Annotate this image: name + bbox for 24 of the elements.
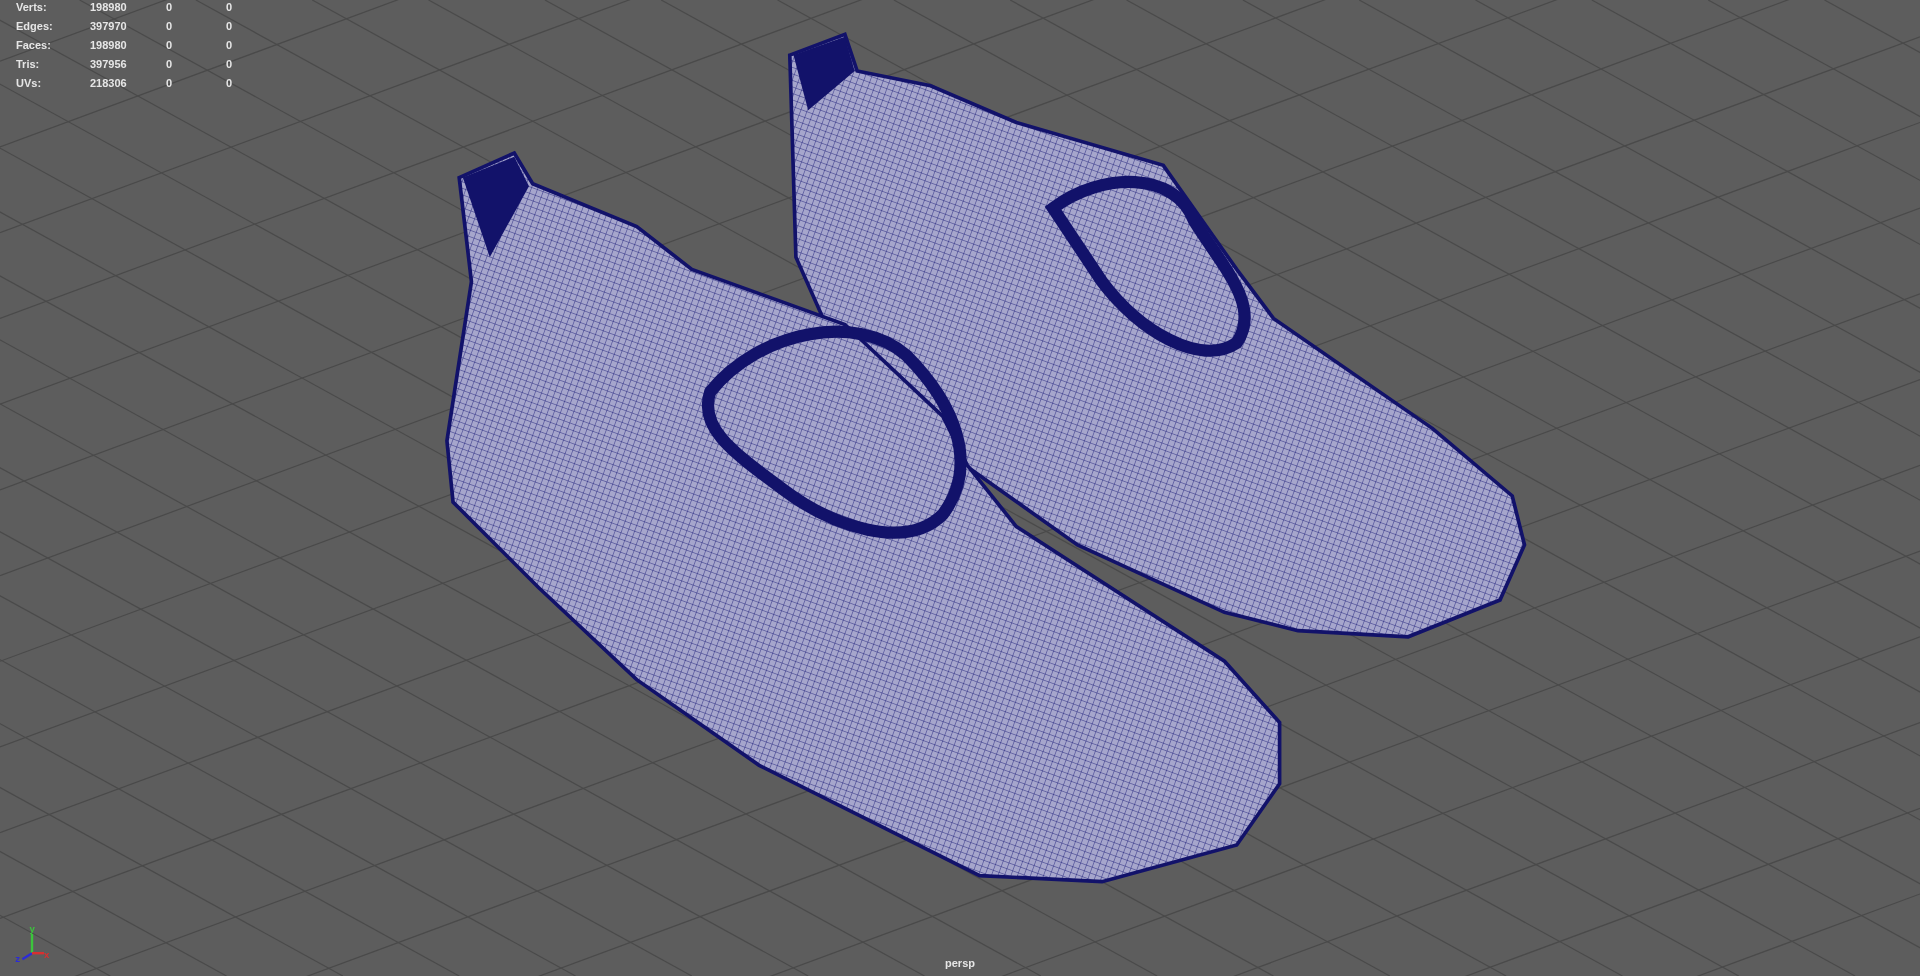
stat-value: 198980 (90, 1, 128, 14)
stat-value: 0 (166, 58, 174, 71)
stat-value: 0 (226, 39, 234, 52)
stat-label: Tris: (16, 58, 41, 71)
axis-indicator: y (29, 922, 35, 954)
stat-value: 0 (226, 77, 234, 90)
stat-value: 0 (166, 1, 174, 14)
axis-indicator: x (32, 949, 50, 960)
stat-value: 198980 (90, 39, 128, 52)
stat-value: 218306 (90, 77, 128, 90)
stat-value: 0 (226, 1, 234, 14)
camera-label: persp (945, 955, 975, 971)
stat-value: 0 (166, 77, 174, 90)
stat-label: Faces: (16, 39, 52, 52)
stat-value: 0 (226, 20, 234, 33)
stat-value: 0 (166, 39, 174, 52)
stat-label: Verts: (16, 1, 48, 14)
stat-label: Edges: (16, 20, 54, 33)
stat-value: 0 (226, 58, 234, 71)
stat-value: 0 (166, 20, 174, 33)
stat-label: UVs: (16, 77, 43, 90)
stat-value: 397970 (90, 20, 128, 33)
stat-value: 397956 (90, 58, 128, 71)
axis-indicator: z (15, 952, 33, 964)
